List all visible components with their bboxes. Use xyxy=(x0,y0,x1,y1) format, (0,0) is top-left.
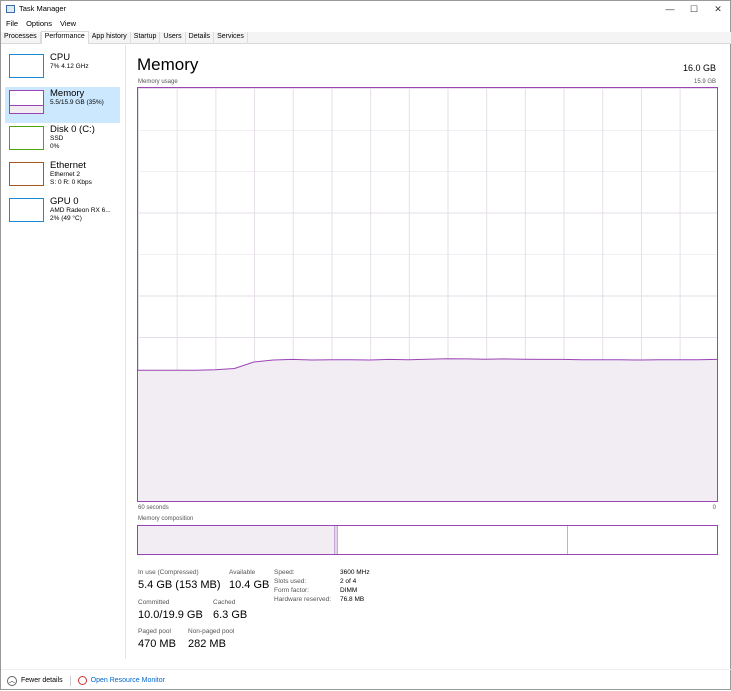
form-factor-value: DIMM xyxy=(340,587,358,594)
sidebar-item-gpu[interactable]: GPU 0 AMD Radeon RX 6... 2% (49 °C) xyxy=(5,195,120,231)
item-name: CPU xyxy=(50,52,71,63)
page-title: Memory xyxy=(137,55,199,74)
item-sub2: 2% (49 °C) xyxy=(50,215,82,222)
x-right-label: 0 xyxy=(712,505,716,511)
total-memory: 16.0 GB xyxy=(682,63,716,73)
close-button[interactable]: ✕ xyxy=(706,1,730,17)
item-sub1: SSD xyxy=(50,135,64,142)
divider xyxy=(69,675,71,686)
sidebar-item-disk[interactable]: Disk 0 (C:) SSD 0% xyxy=(5,123,120,159)
sidebar-item-memory[interactable]: Memory 5.5/15.9 GB (35%) xyxy=(5,87,120,123)
slots-label: Slots used: xyxy=(274,578,307,585)
window-title: Task Manager xyxy=(19,4,67,13)
composition-label: Memory composition xyxy=(138,516,194,522)
cached-label: Cached xyxy=(213,599,236,606)
item-sub1: AMD Radeon RX 6... xyxy=(50,207,111,214)
tab-performance[interactable]: Performance xyxy=(40,31,89,44)
in-use-label: In use (Compressed) xyxy=(138,569,199,576)
form-factor-label: Form factor: xyxy=(274,587,310,594)
minimize-button[interactable]: — xyxy=(658,1,682,17)
speed-value: 3600 MHz xyxy=(340,569,370,576)
thumbnail-graph xyxy=(9,126,44,150)
resource-monitor-icon xyxy=(77,676,87,685)
fewer-details-link[interactable]: Fewer details xyxy=(21,677,63,684)
item-sub2: 0% xyxy=(50,143,60,150)
item-sub1: 5.5/15.9 GB (35%) xyxy=(50,99,104,106)
item-sub1: 7% 4.12 GHz xyxy=(50,63,89,70)
hw-reserved-value: 76.8 MB xyxy=(340,596,365,603)
chevron-up-icon[interactable]: ︿ xyxy=(7,675,17,686)
thumbnail-graph xyxy=(9,162,44,186)
thumb-fill xyxy=(10,105,43,113)
available-label: Available xyxy=(229,569,256,576)
non-paged-pool-value: 282 MB xyxy=(188,638,226,650)
tab-services[interactable]: Services xyxy=(214,32,248,44)
tab-startup[interactable]: Startup xyxy=(131,32,161,44)
x-left-label: 60 seconds xyxy=(138,505,169,511)
tab-app-history[interactable]: App history xyxy=(89,32,131,44)
usage-max: 15.9 GB xyxy=(693,79,716,85)
menu-file[interactable]: File xyxy=(6,19,18,28)
menu-bar: File Options View xyxy=(6,19,76,28)
item-name: Memory xyxy=(50,88,85,99)
composition-standby[interactable] xyxy=(338,526,568,554)
sidebar-item-ethernet[interactable]: Ethernet Ethernet 2 S: 0 R: 0 Kbps xyxy=(5,159,120,195)
memory-usage-graph xyxy=(137,87,718,502)
hw-reserved-label: Hardware reserved: xyxy=(274,596,332,603)
task-manager-icon xyxy=(6,4,15,13)
in-use-value: 5.4 GB (153 MB) xyxy=(138,579,221,591)
open-resource-monitor-link[interactable]: Open Resource Monitor xyxy=(91,677,165,684)
item-name: GPU 0 xyxy=(50,196,79,207)
resource-sidebar: CPU 7% 4.12 GHz Memory 5.5/15.9 GB (35%) Dis… xyxy=(1,45,126,659)
tab-users[interactable]: Users xyxy=(160,32,186,44)
maximize-button[interactable]: ☐ xyxy=(682,1,706,17)
non-paged-pool-label: Non-paged pool xyxy=(188,628,235,635)
thumbnail-graph xyxy=(9,90,44,114)
menu-options[interactable]: Options xyxy=(26,19,52,28)
committed-value: 10.0/19.9 GB xyxy=(138,609,203,621)
usage-label: Memory usage xyxy=(138,79,178,85)
paged-pool-value: 470 MB xyxy=(138,638,176,650)
item-name: Ethernet xyxy=(50,160,86,171)
item-sub1: Ethernet 2 xyxy=(50,171,80,178)
composition-in-use[interactable] xyxy=(138,526,335,554)
menu-view[interactable]: View xyxy=(60,19,76,28)
paged-pool-label: Paged pool xyxy=(138,628,171,635)
sidebar-item-cpu[interactable]: CPU 7% 4.12 GHz xyxy=(5,51,120,87)
usage-area xyxy=(138,358,717,501)
available-value: 10.4 GB xyxy=(229,579,270,591)
memory-composition-bar xyxy=(137,525,718,555)
cached-value: 6.3 GB xyxy=(213,609,248,621)
tab-bar: Processes Performance App history Startu… xyxy=(1,31,731,44)
tab-details[interactable]: Details xyxy=(186,32,215,44)
committed-label: Committed xyxy=(138,599,170,606)
slots-value: 2 of 4 xyxy=(340,578,357,585)
tab-processes[interactable]: Processes xyxy=(1,32,41,44)
thumbnail-graph xyxy=(9,54,44,78)
window-controls: — ☐ ✕ xyxy=(658,1,730,17)
footer: ︿ Fewer details Open Resource Monitor xyxy=(1,669,731,691)
title-bar: Task Manager xyxy=(6,4,66,13)
speed-label: Speed: xyxy=(274,569,295,576)
composition-free[interactable] xyxy=(567,526,717,554)
item-name: Disk 0 (C:) xyxy=(50,124,95,135)
item-sub2: S: 0 R: 0 Kbps xyxy=(50,179,92,186)
thumbnail-graph xyxy=(9,198,44,222)
